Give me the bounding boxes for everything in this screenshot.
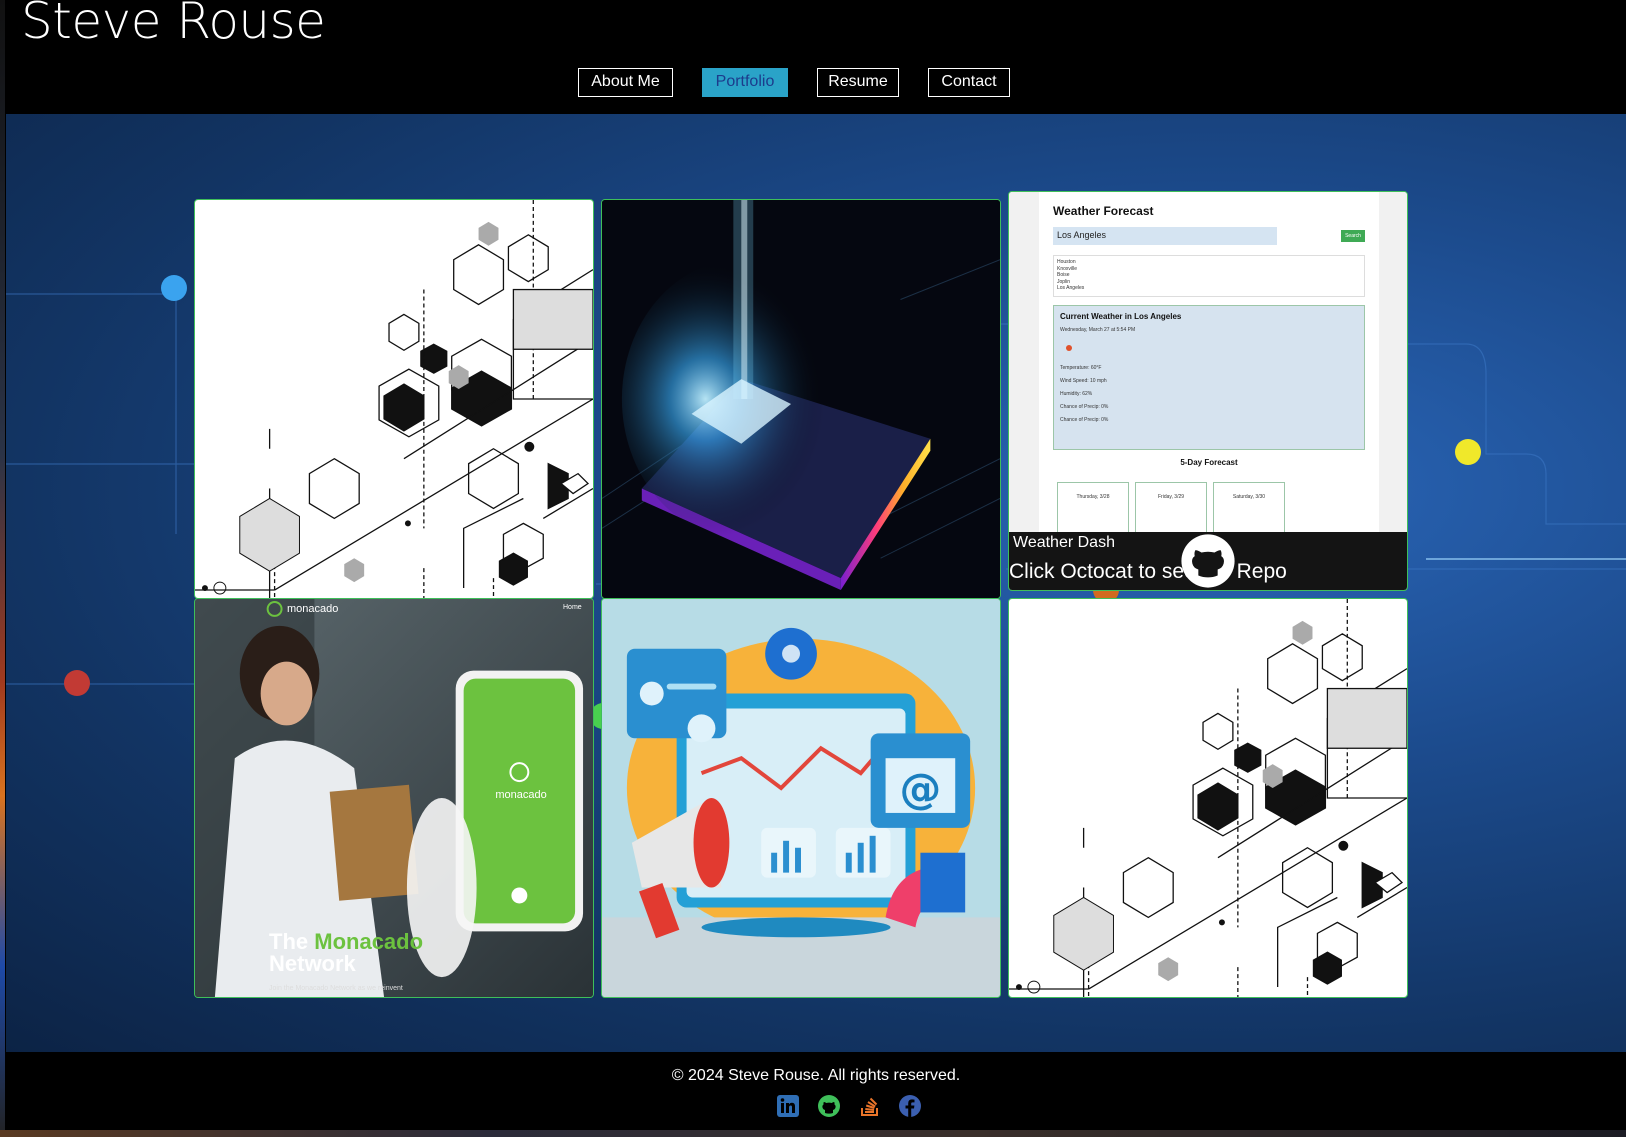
portfolio-tile-6[interactable] xyxy=(1008,598,1408,998)
processor-chip-image xyxy=(602,200,1000,598)
desktop-edge xyxy=(0,0,5,1137)
forecast-day-card: Thursday, 3/28 xyxy=(1057,482,1129,534)
portfolio-tile-monacado[interactable]: monacado Home monacado The Monacado Netw… xyxy=(194,598,594,998)
monacado-headline: The Monacado Network xyxy=(269,929,424,976)
svg-text:@: @ xyxy=(900,764,942,813)
forecast-day-card: Friday, 3/29 xyxy=(1135,482,1207,534)
copyright-text: © 2024 Steve Rouse. All rights reserved. xyxy=(671,1067,961,1084)
site-footer: © 2024 Steve Rouse. All rights reserved. xyxy=(6,1052,1626,1130)
monacado-tagline: Join the Monacado Network as we reinvent xyxy=(269,985,403,992)
weather-search-input: Los Angeles xyxy=(1053,227,1277,245)
page: Steve Rouse About Me Portfolio Resume Co… xyxy=(6,0,1626,1130)
weather-app-title: Weather Forecast xyxy=(1053,204,1154,218)
circuit-hexagon-image xyxy=(1009,599,1407,997)
github-octocat-icon[interactable] xyxy=(1009,532,1407,590)
monacado-brand: monacado xyxy=(287,603,339,615)
linkedin-icon[interactable] xyxy=(776,1094,800,1118)
portfolio-section: Weather Forecast Los Angeles Search Hous… xyxy=(6,114,1626,1052)
decor-dot-red xyxy=(64,670,90,696)
nav-resume[interactable]: Resume xyxy=(817,68,899,97)
weather-forecast-heading: 5-Day Forecast xyxy=(1180,458,1238,467)
forecast-day-card: Saturday, 3/30 xyxy=(1213,482,1285,534)
tile-caption: Weather Dash Click Octocat to see the Re… xyxy=(1009,532,1407,590)
nav-about-me[interactable]: About Me xyxy=(578,68,673,97)
site-header: Steve Rouse About Me Portfolio Resume Co… xyxy=(6,0,1626,114)
phone-brand: monacado xyxy=(495,789,547,801)
monacado-home-link: Home xyxy=(563,604,582,611)
digital-marketing-image: @ xyxy=(602,599,1000,997)
weather-search-button: Search xyxy=(1341,230,1365,242)
main-nav: About Me Portfolio Resume Contact xyxy=(6,68,1626,98)
facebook-icon[interactable] xyxy=(898,1094,922,1118)
stackoverflow-icon[interactable] xyxy=(858,1094,882,1118)
site-title: Steve Rouse xyxy=(21,0,326,50)
desktop-edge-bottom xyxy=(0,1130,1626,1137)
github-icon[interactable] xyxy=(817,1094,841,1118)
decor-dot-yellow xyxy=(1455,439,1481,465)
portfolio-tile-5[interactable]: @ xyxy=(601,598,1001,998)
portfolio-tile-1[interactable] xyxy=(194,199,594,599)
circuit-hexagon-image xyxy=(195,200,593,598)
weather-current-card: Current Weather in Los Angeles Wednesday… xyxy=(1053,305,1365,450)
weather-history-list: Houston Knoxville Boise Joplin Los Angel… xyxy=(1053,255,1365,297)
sun-icon xyxy=(1066,345,1072,351)
portfolio-tile-weather-dash[interactable]: Weather Forecast Los Angeles Search Hous… xyxy=(1008,191,1408,591)
decor-dot-blue xyxy=(161,275,187,301)
portfolio-tile-2[interactable] xyxy=(601,199,1001,599)
nav-portfolio[interactable]: Portfolio xyxy=(702,68,788,97)
weather-screenshot: Weather Forecast Los Angeles Search Hous… xyxy=(1009,192,1407,534)
nav-contact[interactable]: Contact xyxy=(928,68,1010,97)
